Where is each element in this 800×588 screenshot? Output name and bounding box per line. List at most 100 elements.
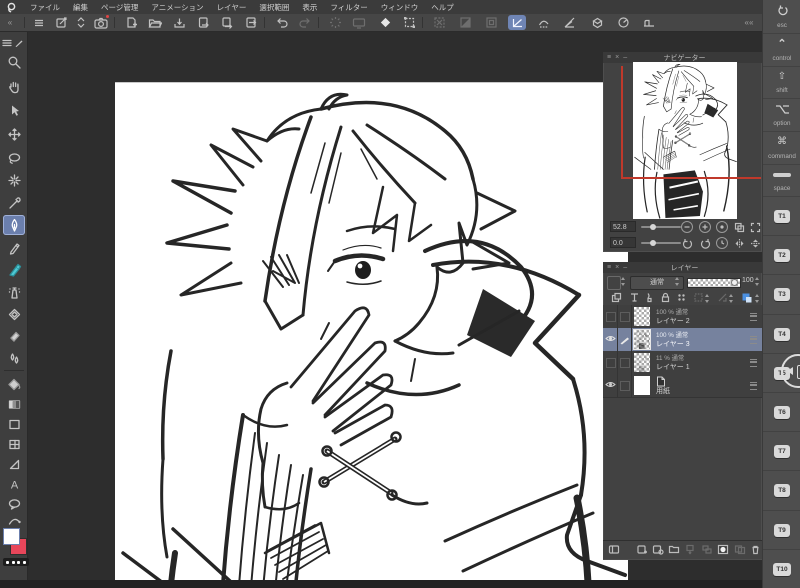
new-file-icon[interactable] xyxy=(122,15,140,30)
panel-layout-icon[interactable] xyxy=(608,544,620,555)
tool-operation[interactable] xyxy=(3,100,25,120)
ruler-range-stepper-icon[interactable] xyxy=(729,294,734,303)
fit-to-screen-icon[interactable] xyxy=(733,221,745,233)
key-control[interactable]: ⌃ control xyxy=(763,33,800,66)
transfer-to-lower-icon[interactable] xyxy=(685,544,697,555)
export-single-icon[interactable] xyxy=(194,15,212,30)
layer-name[interactable]: 用紙 xyxy=(656,386,670,396)
redo-icon[interactable] xyxy=(296,15,314,30)
merge-down-icon[interactable] xyxy=(701,544,713,555)
fullscreen-icon[interactable] xyxy=(749,221,761,233)
save-icon[interactable] xyxy=(170,15,188,30)
snap-to-ruler-icon[interactable] xyxy=(508,15,526,30)
hide-interface-icon[interactable] xyxy=(640,15,658,30)
color-set-strip[interactable] xyxy=(3,558,29,566)
tool-divide-frame[interactable] xyxy=(3,434,25,454)
enable-mask-icon[interactable] xyxy=(676,292,687,303)
actual-size-icon[interactable] xyxy=(716,221,728,233)
palette-menu-icon[interactable] xyxy=(1,33,13,53)
collapse-left-icon[interactable]: « xyxy=(1,15,19,30)
workspace-switch-icon[interactable] xyxy=(72,15,90,30)
tool-text[interactable]: A xyxy=(3,474,25,494)
key-t6[interactable]: T6 xyxy=(763,392,800,431)
material-icon[interactable] xyxy=(588,15,606,30)
visibility-checkbox[interactable] xyxy=(606,358,616,368)
tool-zoom[interactable] xyxy=(3,52,25,72)
tool-airbrush[interactable] xyxy=(3,282,25,302)
new-layer-settings-icon[interactable] xyxy=(652,544,664,555)
key-command[interactable]: ⌘ command xyxy=(763,131,800,164)
visibility-eye-icon[interactable] xyxy=(605,380,616,389)
tool-eraser[interactable] xyxy=(3,326,25,346)
layer-row-1[interactable]: 11 % 通常 レイヤー 1 xyxy=(603,351,762,375)
reset-rotation-icon[interactable] xyxy=(716,237,728,249)
layer-menu-icon[interactable] xyxy=(750,359,757,367)
edit-in-clip-studio-icon[interactable] xyxy=(52,15,70,30)
flip-vertical-icon[interactable] xyxy=(749,237,761,249)
tool-pen[interactable] xyxy=(3,215,25,235)
key-t7[interactable]: T7 xyxy=(763,431,800,470)
tool-blend[interactable] xyxy=(3,348,25,368)
menu-layer[interactable]: レイヤー xyxy=(217,2,247,13)
tool-selection[interactable] xyxy=(3,148,25,168)
panel-close-icon[interactable]: × xyxy=(615,264,619,271)
key-esc[interactable]: esc xyxy=(763,0,800,33)
layer-thumbnail[interactable] xyxy=(633,329,651,350)
key-space[interactable]: space xyxy=(763,164,800,196)
paper-thumbnail[interactable] xyxy=(634,376,650,395)
palette-color-stepper-icon[interactable] xyxy=(621,277,626,286)
key-shift[interactable]: ⇧ shift xyxy=(763,66,800,98)
select-source-stepper-icon[interactable] xyxy=(705,294,710,303)
lock-ink-icon[interactable] xyxy=(644,292,655,303)
snap-to-vanishing-point-icon[interactable] xyxy=(560,15,578,30)
layer-row-3-selected[interactable]: 100 % 通常 レイヤー 3 xyxy=(603,328,762,352)
layer-menu-icon[interactable] xyxy=(750,336,757,344)
zoom-slider[interactable] xyxy=(641,223,681,230)
key-t1[interactable]: T1 xyxy=(763,196,800,235)
undo-icon[interactable] xyxy=(272,15,290,30)
tool-gradient[interactable] xyxy=(3,394,25,414)
clip-to-layer-below-icon[interactable] xyxy=(611,292,622,303)
zoom-value[interactable]: 52.8 xyxy=(610,221,636,232)
layer-menu-icon[interactable] xyxy=(750,313,757,321)
lock-transparent-pixels-icon[interactable] xyxy=(629,292,640,303)
menu-file[interactable]: ファイル xyxy=(30,2,60,13)
menu-filter[interactable]: フィルター xyxy=(330,2,367,13)
panel-close-icon[interactable]: × xyxy=(615,54,619,61)
selection-border-icon[interactable] xyxy=(482,15,500,30)
flip-horizontal-icon[interactable] xyxy=(733,237,745,249)
tool-figure[interactable] xyxy=(3,454,25,474)
tool-pencil[interactable] xyxy=(3,238,25,258)
main-menu-icon[interactable] xyxy=(30,15,48,30)
layer-name[interactable]: レイヤー 1 xyxy=(656,362,690,372)
layer-color-stepper-icon[interactable] xyxy=(755,294,760,303)
layer-thumbnail[interactable] xyxy=(634,353,651,373)
screenshot-icon[interactable] xyxy=(92,15,110,30)
rotate-dial-icon[interactable] xyxy=(614,15,632,30)
new-folder-icon[interactable] xyxy=(668,544,680,555)
layer-row-2[interactable]: 100 % 通常 レイヤー 2 xyxy=(603,305,762,329)
visibility-checkbox[interactable] xyxy=(606,312,616,322)
snap-to-special-ruler-icon[interactable] xyxy=(534,15,552,30)
export-pages-icon[interactable] xyxy=(218,15,236,30)
layer-mask-icon[interactable] xyxy=(717,544,729,555)
menu-help[interactable]: ヘルプ xyxy=(431,2,454,13)
ruler-range-icon[interactable] xyxy=(717,292,728,303)
palette-color-selector[interactable] xyxy=(607,276,621,290)
apply-mask-icon[interactable] xyxy=(734,544,746,555)
key-t9[interactable]: T9 xyxy=(763,510,800,549)
zoom-in-icon[interactable] xyxy=(699,221,711,233)
tool-fill[interactable] xyxy=(3,374,25,394)
key-t3[interactable]: T3 xyxy=(763,274,800,314)
lock-layer-icon[interactable] xyxy=(660,292,671,303)
export-webtoon-icon[interactable] xyxy=(242,15,260,30)
opacity-stepper-icon[interactable] xyxy=(755,277,760,286)
new-layer-icon[interactable] xyxy=(636,544,648,555)
fill-command-icon[interactable] xyxy=(376,15,394,30)
select-source-icon[interactable] xyxy=(693,292,704,303)
deselect-icon[interactable] xyxy=(430,15,448,30)
selection-launcher-icon[interactable] xyxy=(400,15,418,30)
key-t10[interactable]: T10 xyxy=(763,549,800,588)
panel-menu-icon[interactable]: ≡ xyxy=(607,264,611,271)
open-file-icon[interactable] xyxy=(146,15,164,30)
